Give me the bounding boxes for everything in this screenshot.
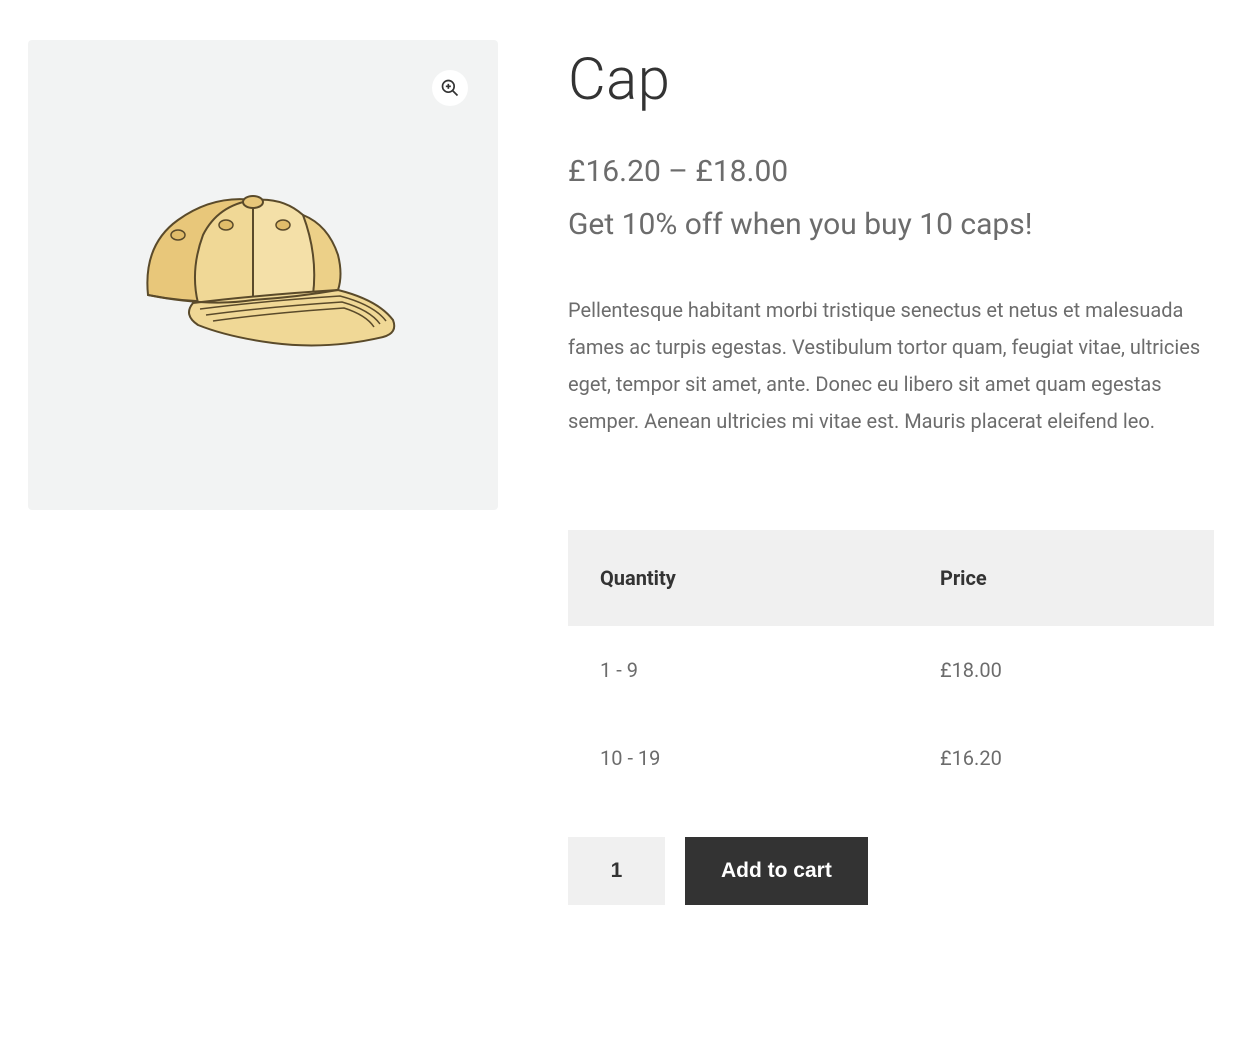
table-row: 1 - 9 £18.00 (568, 626, 1214, 714)
quantity-cell: 10 - 19 (568, 714, 908, 802)
quantity-header: Quantity (568, 530, 908, 626)
price-header: Price (908, 530, 1214, 626)
product-container: Cap £16.20 – £18.00 Get 10% off when you… (28, 40, 1214, 905)
add-to-cart-button[interactable]: Add to cart (685, 837, 868, 905)
magnify-plus-icon (440, 78, 460, 98)
cart-row: Add to cart (568, 837, 1214, 905)
cap-image (118, 175, 408, 375)
product-title: Cap (568, 46, 1214, 114)
quantity-input[interactable] (568, 837, 665, 905)
product-image-column (28, 40, 498, 905)
table-header-row: Quantity Price (568, 530, 1214, 626)
price-cell: £18.00 (908, 626, 1214, 714)
table-row: 10 - 19 £16.20 (568, 714, 1214, 802)
product-description: Pellentesque habitant morbi tristique se… (568, 292, 1214, 440)
product-details: Cap £16.20 – £18.00 Get 10% off when you… (568, 40, 1214, 905)
price-tier-table: Quantity Price 1 - 9 £18.00 10 - 19 £16.… (568, 530, 1214, 802)
promo-text: Get 10% off when you buy 10 caps! (568, 207, 1214, 242)
price-cell: £16.20 (908, 714, 1214, 802)
quantity-cell: 1 - 9 (568, 626, 908, 714)
price-range: £16.20 – £18.00 (568, 154, 1214, 189)
zoom-button[interactable] (432, 70, 468, 106)
product-image-box[interactable] (28, 40, 498, 510)
